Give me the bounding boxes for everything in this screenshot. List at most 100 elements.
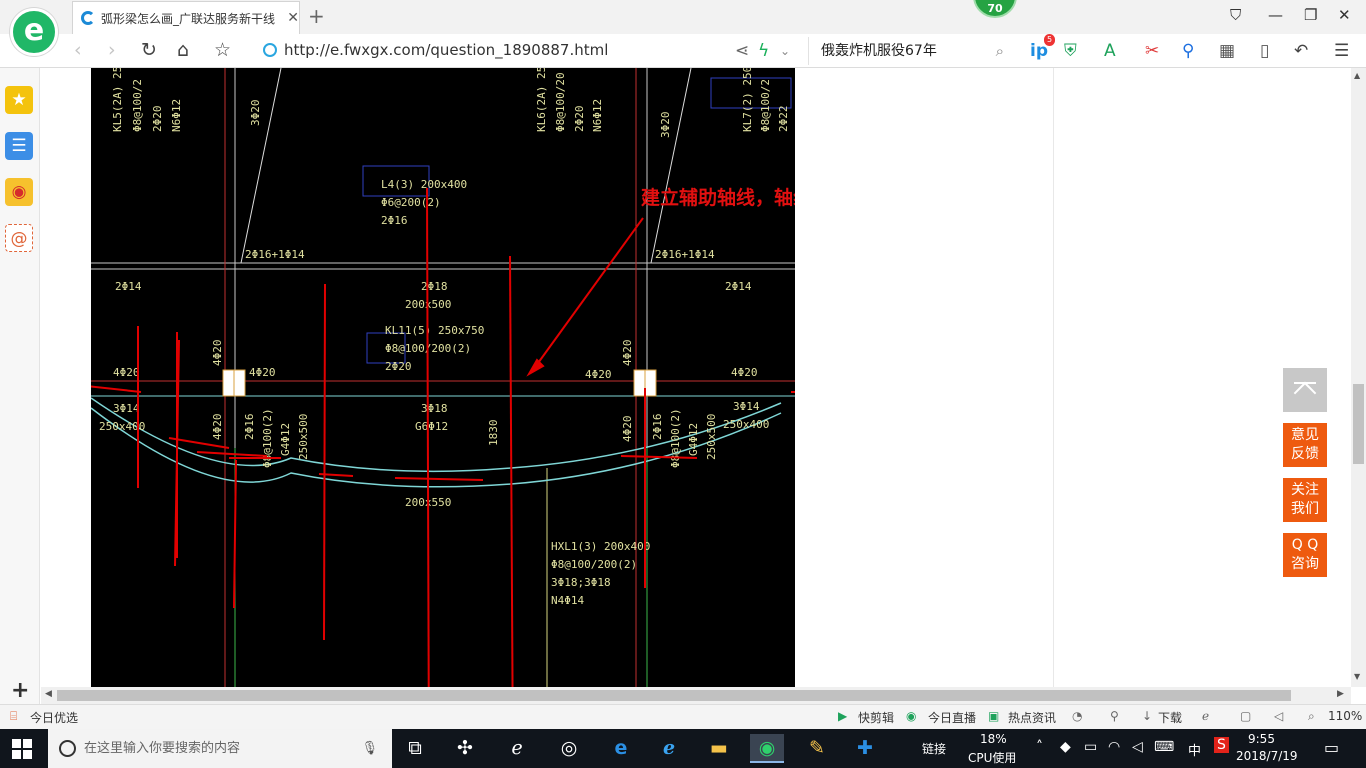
vertical-scrollbar[interactable]: ▲ ▼	[1351, 68, 1366, 687]
label-4phi20-d: 4Φ20	[731, 366, 758, 379]
pin-icon[interactable]: ⚲	[1110, 709, 1119, 723]
battery-icon[interactable]: ▭	[1084, 739, 1097, 755]
weibo-icon[interactable]: ◉	[5, 178, 33, 206]
refresh-icon[interactable]: ↻	[141, 38, 157, 62]
live-link[interactable]: 今日直播	[928, 709, 976, 726]
links-label[interactable]: 链接	[922, 740, 946, 757]
sogou-ime-icon[interactable]: S	[1214, 737, 1229, 753]
window-icon[interactable]: ▢	[1240, 709, 1251, 723]
minimize-icon[interactable]: —	[1268, 6, 1283, 24]
scroll-down-icon[interactable]: ▼	[1354, 672, 1360, 681]
label-4phi20-c: 4Φ20	[585, 368, 612, 381]
today-picks-link[interactable]: 今日优选	[30, 709, 78, 726]
apps-grid-icon[interactable]: ▦	[1219, 40, 1235, 62]
extension-badge: 5	[1044, 34, 1056, 46]
clock-time[interactable]: 9:55	[1248, 732, 1275, 746]
label-g4-v-right: G4Φ12	[687, 423, 700, 456]
translate-icon[interactable]: A	[1104, 40, 1116, 62]
label-phi8-v-left: Φ8@100(2)	[261, 408, 274, 468]
shield-icon[interactable]: ⛨	[1064, 40, 1077, 62]
clock-date[interactable]: 2018/7/19	[1236, 749, 1298, 763]
restore-icon[interactable]: ❐	[1304, 6, 1317, 24]
ie-mode-icon[interactable]: ℯ	[1202, 709, 1209, 723]
zoom-level[interactable]: 110%	[1328, 709, 1362, 723]
home-icon[interactable]: ⌂	[177, 38, 189, 62]
wifi-icon[interactable]: ◠	[1108, 739, 1120, 755]
menu-icon[interactable]: ☰	[1334, 40, 1349, 62]
label-kl5-stirrup: Φ8@100/2	[131, 79, 144, 132]
label-hxl1-bars: 3Φ18;3Φ18	[551, 576, 611, 589]
horizontal-scrollbar[interactable]: ◀ ▶	[41, 687, 1351, 704]
internet-explorer-icon[interactable]: ℯ	[652, 734, 686, 763]
chevron-down-icon[interactable]: ⌄	[780, 40, 790, 62]
horizontal-scroll-thumb[interactable]	[57, 690, 1291, 701]
360-browser-icon[interactable]: ◉	[750, 734, 784, 763]
notification-bell-icon[interactable]: ◆	[1060, 739, 1071, 755]
label-2phi16-v-left: 2Φ16	[243, 414, 256, 441]
swirl-app-icon[interactable]: ◎	[552, 734, 586, 763]
add-sidebar-button[interactable]: +	[11, 678, 29, 703]
bookmark-star-icon[interactable]: ☆	[214, 38, 231, 62]
undo-icon[interactable]: ↶	[1294, 40, 1308, 62]
label-l4-bottom: 2Φ16	[381, 214, 408, 227]
follow-us-button[interactable]: 关注 我们	[1283, 478, 1327, 522]
back-icon[interactable]: ‹	[74, 38, 82, 62]
lightning-icon[interactable]: ϟ	[758, 40, 769, 62]
pinwheel-app-icon[interactable]: ✣	[448, 734, 482, 763]
close-tab-icon[interactable]: ✕	[287, 10, 299, 26]
cpu-label: CPU使用	[968, 751, 1017, 765]
volume-icon[interactable]: ◁	[1132, 739, 1143, 755]
mute-icon[interactable]: ◁	[1274, 709, 1283, 723]
new-tab-button[interactable]: +	[308, 4, 325, 28]
feedback-button[interactable]: 意见 反馈	[1283, 423, 1327, 467]
label-2phi18: 2Φ18	[421, 280, 448, 293]
start-button[interactable]	[12, 739, 32, 759]
edge-icon[interactable]: e	[604, 734, 638, 763]
qq-consult-button[interactable]: Q Q 咨询	[1283, 533, 1327, 577]
gift-icon: ⌸	[10, 709, 18, 723]
label-hxl1: HXL1(3) 200x400	[551, 540, 650, 553]
follow-us-label: 关注 我们	[1291, 482, 1319, 517]
search-input[interactable]: 俄轰炸机服役67年	[821, 43, 937, 59]
file-explorer-icon[interactable]: ▬	[702, 734, 736, 763]
magnifier-icon[interactable]: ⚲	[1182, 40, 1194, 62]
task-view-icon[interactable]: ⧉	[398, 734, 432, 763]
speed-icon[interactable]: ◔	[1072, 709, 1082, 723]
action-center-icon[interactable]: ▭	[1324, 738, 1339, 757]
vertical-scroll-thumb[interactable]	[1353, 384, 1364, 464]
scroll-up-icon[interactable]: ▲	[1354, 71, 1360, 80]
score-badge[interactable]: 70	[973, 0, 1017, 18]
keyboard-icon[interactable]: ⌨	[1154, 739, 1174, 755]
browser-tab[interactable]: 弧形梁怎么画_广联达服务新干线 ✕	[72, 1, 300, 34]
label-2phi16-v-right: 2Φ16	[651, 414, 664, 441]
mail-icon[interactable]: @	[5, 224, 33, 252]
browser-logo[interactable]: e	[10, 8, 58, 56]
reader-list-icon[interactable]: ☰	[5, 132, 33, 160]
search-icon[interactable]: ⌕	[996, 37, 1004, 65]
back-to-top-button[interactable]	[1283, 368, 1327, 412]
forward-icon[interactable]: ›	[108, 38, 116, 62]
scroll-left-icon[interactable]: ◀	[45, 689, 52, 699]
scroll-right-icon[interactable]: ▶	[1337, 689, 1344, 699]
notes-app-icon[interactable]: ✎	[800, 734, 834, 763]
scissors-icon[interactable]: ✂	[1145, 40, 1159, 62]
microphone-icon[interactable]: 🎙	[361, 729, 378, 768]
label-hxl1-stirrup: Φ8@100/200(2)	[551, 558, 637, 571]
chevron-up-icon[interactable]: ˄	[1036, 739, 1043, 755]
site-info-icon[interactable]	[263, 43, 277, 57]
kuaijianji-link[interactable]: 快剪辑	[858, 709, 894, 726]
download-link[interactable]: 下载	[1158, 709, 1182, 726]
news-link[interactable]: 热点资讯	[1008, 709, 1056, 726]
blue-app-icon[interactable]: ✚	[848, 734, 882, 763]
ime-mode[interactable]: 中	[1188, 740, 1201, 759]
live-icon: ◉	[906, 709, 917, 723]
search-box[interactable]: 俄轰炸机服役67年 ⌕	[808, 37, 1008, 65]
address-bar[interactable]: http://e.fwxgx.com/question_1890887.html	[284, 41, 608, 59]
share-icon[interactable]: ⋖	[735, 40, 749, 62]
close-window-icon[interactable]: ✕	[1338, 6, 1351, 24]
tablet-icon[interactable]: ▯	[1260, 40, 1269, 62]
shirt-skin-icon[interactable]: ⛉	[1230, 6, 1241, 24]
favorites-star-icon[interactable]: ★	[5, 86, 33, 114]
ie-app-icon[interactable]: ℯ	[500, 734, 534, 763]
taskbar-search[interactable]: 在这里输入你要搜索的内容 🎙	[48, 729, 392, 768]
